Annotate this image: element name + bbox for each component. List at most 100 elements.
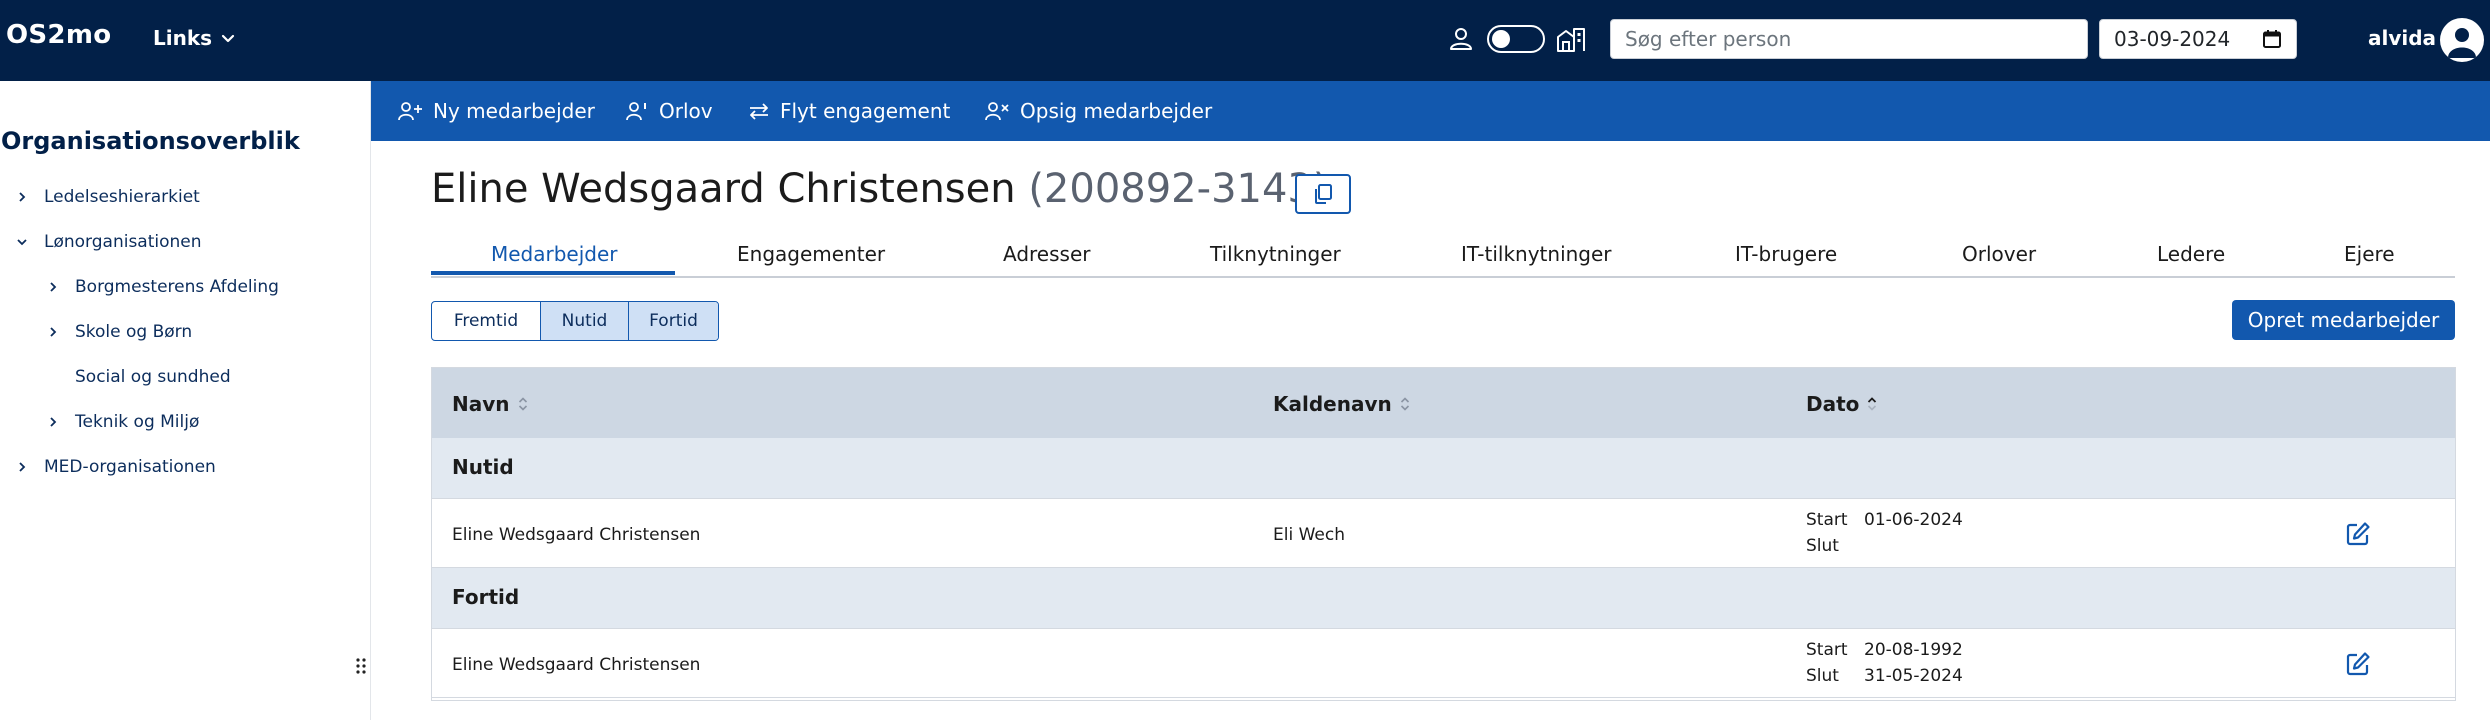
move-icon [750, 103, 768, 120]
tab-it-brugere[interactable]: IT-brugere [1735, 242, 1837, 266]
filter-nutid-button[interactable]: Nutid [540, 302, 628, 340]
tab-it-tilknytninger[interactable]: IT-tilknytninger [1461, 242, 1612, 266]
person-leave-icon [626, 102, 646, 121]
tab-ejere[interactable]: Ejere [2344, 242, 2395, 266]
leave-button[interactable]: Orlov [625, 99, 713, 123]
user-avatar-icon [2448, 28, 2476, 58]
person-remove-icon [985, 102, 1009, 121]
group-label: Nutid [452, 455, 514, 479]
table-header: Navn Kaldenavn Dato [432, 368, 2455, 438]
column-header-label: Navn [452, 392, 510, 416]
sidebar-resize-handle-icon[interactable] [355, 657, 367, 675]
filter-fremtid-button[interactable]: Fremtid [432, 302, 540, 340]
time-filter: Fremtid Nutid Fortid [431, 301, 719, 341]
tree-item-ledelseshierarkiet[interactable]: Ledelseshierarkiet [10, 185, 200, 209]
person-view-icon[interactable] [1448, 26, 1474, 52]
move-engagement-label: Flyt engagement [780, 99, 951, 123]
sort-icon[interactable] [518, 396, 528, 412]
toggle-knob [1492, 30, 1510, 48]
chevron-down-icon [221, 34, 235, 43]
chevron-down-icon[interactable] [10, 230, 34, 254]
tab-ledere[interactable]: Ledere [2157, 242, 2225, 266]
table-row: Eline Wedsgaard Christensen Start 20-08-… [432, 628, 2455, 698]
edit-icon[interactable] [2345, 651, 2371, 677]
active-tab-indicator [431, 271, 675, 275]
cell-dates: Start 20-08-1992 Slut 31-05-2024 [1806, 640, 1963, 686]
tree-item-label: MED-organisationen [44, 457, 216, 477]
username[interactable]: alvida [2368, 26, 2436, 50]
links-menu-button[interactable]: Links [153, 26, 236, 50]
sort-ascending-icon[interactable] [1867, 396, 1877, 412]
column-header-navn[interactable]: Navn [452, 392, 528, 416]
brand-logo-text[interactable]: OS2mo [6, 20, 111, 50]
tab-engagementer[interactable]: Engagementer [737, 242, 885, 266]
column-header-kaldenavn[interactable]: Kaldenavn [1273, 392, 1410, 416]
tree-item-label: Social og sundhed [75, 367, 231, 387]
employee-table: Navn Kaldenavn Dato Nutid Eline Wedsgaar… [431, 367, 2456, 701]
tree-item-social-og-sundhed[interactable]: Social og sundhed [41, 365, 231, 389]
view-toggle-switch[interactable] [1487, 25, 1545, 53]
start-label: Start [1806, 510, 1848, 530]
column-header-label: Kaldenavn [1273, 392, 1392, 416]
terminate-employee-label: Opsig medarbejder [1020, 99, 1213, 123]
terminate-employee-button[interactable]: Opsig medarbejder [984, 99, 1212, 123]
tree-item-label: Lønorganisationen [44, 232, 202, 252]
employee-name: Eline Wedsgaard Christensen [431, 166, 1016, 212]
user-avatar[interactable] [2440, 18, 2484, 62]
group-label: Fortid [452, 585, 520, 609]
chevron-right-icon[interactable] [41, 320, 65, 344]
top-navbar: OS2mo Links 03-09-2024 alvida [0, 0, 2490, 81]
search-person-input[interactable] [1610, 19, 2088, 59]
start-date: 01-06-2024 [1864, 510, 1963, 530]
tree-item-label: Ledelseshierarkiet [44, 187, 200, 207]
end-date [1864, 536, 1963, 556]
chevron-right-icon[interactable] [10, 185, 34, 209]
chevron-right-icon[interactable] [10, 455, 34, 479]
tree-item-borgmesterens-afdeling[interactable]: Borgmesterens Afdeling [41, 275, 279, 299]
employee-cpr: (200892-3143) [1028, 166, 1329, 212]
tree-item-teknik-og-miljo[interactable]: Teknik og Miljø [41, 410, 199, 434]
edit-icon[interactable] [2345, 521, 2371, 547]
chevron-right-icon[interactable] [41, 275, 65, 299]
sidebar: Organisationsoverblik Ledelseshierarkiet… [0, 81, 371, 720]
column-header-dato[interactable]: Dato [1806, 392, 1877, 416]
tab-adresser[interactable]: Adresser [1003, 242, 1090, 266]
new-employee-button[interactable]: Ny medarbejder [397, 99, 595, 123]
end-date: 31-05-2024 [1864, 666, 1963, 686]
cell-nickname: Eli Wech [1273, 525, 1345, 545]
links-label: Links [153, 26, 213, 50]
group-row-nutid: Nutid [432, 438, 2455, 498]
start-date: 20-08-1992 [1864, 640, 1963, 660]
sidebar-title: Organisationsoverblik [1, 127, 300, 155]
page-title: Eline Wedsgaard Christensen (200892-3143… [431, 166, 1328, 212]
calendar-icon[interactable] [2262, 29, 2282, 49]
move-engagement-button[interactable]: Flyt engagement [748, 99, 950, 123]
tab-tilknytninger[interactable]: Tilknytninger [1210, 242, 1341, 266]
tree-item-label: Borgmesterens Afdeling [75, 277, 279, 297]
action-bar: Ny medarbejder Orlov Flyt engagement Ops… [371, 81, 2490, 141]
leave-label: Orlov [659, 99, 713, 123]
table-row: Eline Wedsgaard Christensen Eli Wech Sta… [432, 498, 2455, 568]
sort-icon[interactable] [1400, 396, 1410, 412]
tree-item-skole-og-born[interactable]: Skole og Børn [41, 320, 192, 344]
tab-medarbejder[interactable]: Medarbejder [491, 242, 618, 266]
person-add-icon [398, 102, 422, 121]
tree-item-label: Teknik og Miljø [75, 412, 200, 432]
cell-name: Eline Wedsgaard Christensen [452, 655, 701, 675]
column-header-label: Dato [1806, 392, 1860, 416]
tree-item-med-organisationen[interactable]: MED-organisationen [10, 455, 216, 479]
chevron-right-icon[interactable] [41, 410, 65, 434]
organisation-view-icon[interactable] [1556, 25, 1586, 53]
copy-icon [1315, 184, 1332, 204]
tree-item-label: Skole og Børn [75, 322, 193, 342]
filter-fortid-button[interactable]: Fortid [628, 302, 718, 340]
create-employee-button[interactable]: Opret medarbejder [2232, 300, 2455, 340]
tree-item-lonorganisationen[interactable]: Lønorganisationen [10, 230, 202, 254]
new-employee-label: Ny medarbejder [433, 99, 595, 123]
tab-orlover[interactable]: Orlover [1962, 242, 2036, 266]
copy-button[interactable] [1295, 174, 1351, 214]
end-label: Slut [1806, 666, 1839, 686]
tab-bar: Medarbejder Engagementer Adresser Tilkny… [431, 236, 2455, 278]
date-picker[interactable]: 03-09-2024 [2099, 19, 2297, 59]
